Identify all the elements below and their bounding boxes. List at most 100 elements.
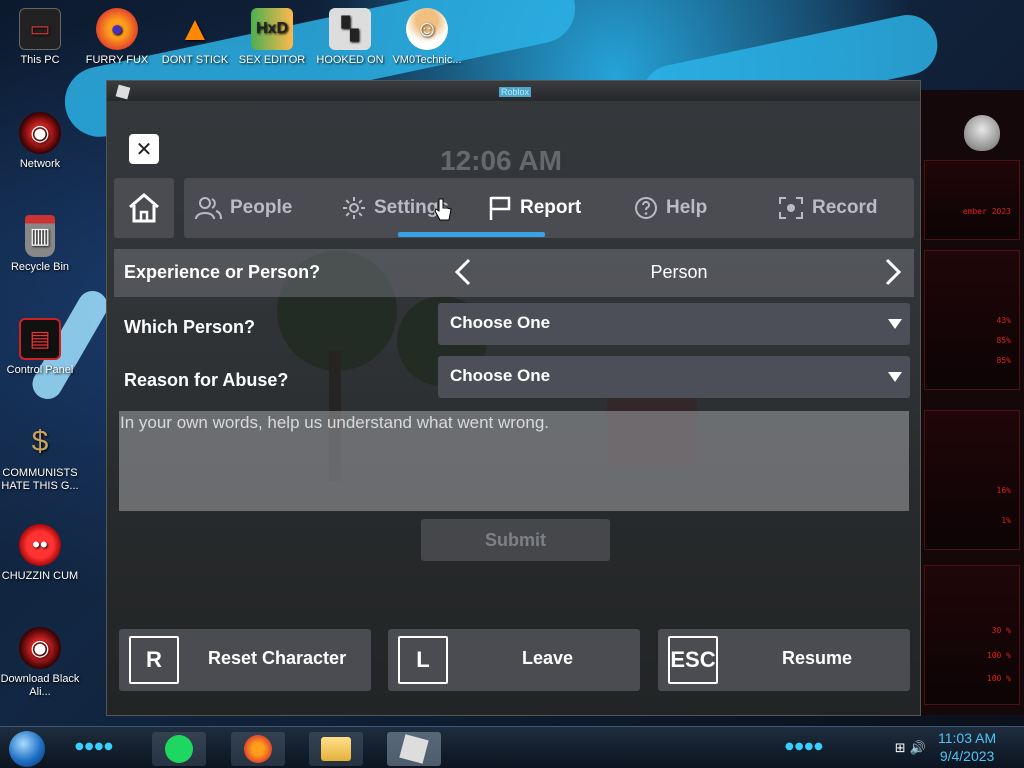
start-button[interactable] — [9, 731, 45, 767]
network-tray-icon[interactable]: ⊞ — [895, 741, 906, 756]
report-description-input[interactable] — [119, 411, 909, 511]
desktop-icon-recycle-bin[interactable]: ▥ Recycle Bin — [0, 215, 80, 274]
desktop-icon-hooked-on[interactable]: ▚ HOOKED ON PHONIX — [310, 8, 390, 66]
flag-icon — [489, 196, 511, 220]
money-bag-icon: $ — [31, 425, 49, 458]
recycle-bin-icon: ▥ — [25, 215, 55, 257]
reason-for-abuse-label: Reason for Abuse? — [124, 370, 289, 390]
keybind-badge: L — [398, 636, 448, 684]
gear-icon — [343, 197, 365, 219]
chevron-left-icon[interactable] — [449, 257, 479, 287]
experience-or-person-row: Experience or Person? Person — [114, 249, 914, 297]
widget-readout: 16% — [996, 486, 1011, 495]
window-titlebar[interactable]: Roblox — [107, 81, 920, 101]
tab-help[interactable]: Help — [634, 178, 707, 238]
calendar-widget: ember 2023 — [924, 160, 1020, 240]
desktop-icon-label: Network — [19, 158, 61, 170]
desktop-icon-network[interactable]: ◉ Network — [0, 112, 80, 171]
alienware-icon: ◉ — [19, 627, 61, 669]
desktop-icon-label: Control Panel — [6, 364, 74, 376]
keybind-badge: R — [129, 636, 179, 684]
tab-record[interactable]: Record — [778, 178, 877, 238]
help-icon — [635, 197, 657, 219]
desktop-widget-panel: ember 2023 43% 85% 85% 16% 1% 30 % 100 %… — [920, 90, 1024, 715]
desktop-icon-label: CHUZZIN CUM — [1, 570, 79, 582]
roblox-window: Roblox 12:06 AM ✕ People Settings Report… — [106, 80, 921, 716]
desktop-icon-label: HOOKED ON PHONIX — [316, 54, 384, 66]
active-tab-indicator — [398, 232, 545, 237]
game-viewport[interactable]: 12:06 AM ✕ People Settings Report Help R… — [107, 101, 920, 715]
spotify-icon — [165, 735, 193, 763]
system-tray[interactable]: ⊞ 🔊 — [895, 741, 926, 756]
taskbar-decoration: ●●●● — [75, 741, 114, 752]
caret-down-icon — [888, 372, 902, 382]
resume-button[interactable]: ESC Resume — [658, 629, 910, 691]
app-icon: ▚ — [329, 8, 371, 50]
desktop-icon-label: COMMUNISTS HATE THIS G... — [1, 467, 79, 492]
desktop-icon-label: This PC — [20, 54, 60, 66]
chevron-right-icon[interactable] — [877, 257, 907, 287]
which-person-dropdown[interactable]: Choose One — [438, 303, 910, 345]
desktop-icon-dont-stick[interactable]: ▲ DONT STICK THIS IN YO... — [155, 8, 235, 67]
taskbar-app-firefox[interactable] — [231, 732, 285, 766]
desktop-icon-label: FURRY FUX — [85, 54, 149, 66]
reason-for-abuse-dropdown[interactable]: Choose One — [438, 356, 910, 398]
people-icon — [195, 197, 222, 220]
reason-for-abuse-value: Choose One — [450, 366, 551, 385]
widget-readout: 30 % — [991, 626, 1011, 635]
firefox-icon: ● — [96, 8, 138, 50]
widget-readout: 1% — [1001, 516, 1011, 525]
desktop-icon-vm0technic[interactable]: ☺ VM0Technic... — [387, 8, 467, 67]
taskbar: ●●●● ●●●● ⊞ 🔊 11:03 AM 9/4/2023 — [0, 726, 1024, 768]
volume-icon[interactable]: 🔊 — [910, 741, 926, 756]
close-icon: ✕ — [135, 137, 153, 161]
menu-tab-bar: People Settings Report Help Record — [184, 178, 914, 238]
roblox-icon — [399, 734, 429, 764]
tab-settings[interactable]: Settings — [342, 178, 449, 238]
computer-icon: ▭ — [19, 8, 61, 50]
desktop-icon-this-pc[interactable]: ▭ This PC — [0, 8, 80, 67]
leave-label: Leave — [522, 648, 574, 668]
desktop-icon-communists[interactable]: $ COMMUNISTS HATE THIS G... — [0, 421, 80, 492]
firefox-icon — [244, 735, 272, 763]
widget-readout: 85% — [996, 336, 1011, 345]
taskbar-app-roblox[interactable] — [387, 732, 441, 766]
widget-readout: 100 % — [986, 674, 1011, 683]
submit-button[interactable]: Submit — [421, 519, 610, 561]
desktop-icon-chuzzin[interactable]: •• CHUZZIN CUM — [0, 524, 80, 583]
taskbar-time: 11:03 AM — [938, 730, 997, 746]
widget-readout: 43% — [996, 316, 1011, 325]
desktop-icon-label: Recycle Bin — [10, 261, 70, 273]
hand-cursor-icon — [434, 198, 452, 221]
network-monitor-widget: 16% 1% — [924, 410, 1020, 550]
close-menu-button[interactable]: ✕ — [129, 134, 159, 164]
experience-or-person-value: Person — [650, 262, 708, 282]
taskbar-decoration: ●●●● — [785, 741, 824, 752]
widget-readout: 100 % — [986, 651, 1011, 660]
system-monitor-widget: 43% 85% 85% — [924, 250, 1020, 390]
home-button[interactable] — [114, 178, 174, 238]
tab-label: People — [230, 197, 293, 218]
tab-people[interactable]: People — [194, 178, 292, 238]
desktop-icon-sex-editor[interactable]: HxD SEX EDITOR — [232, 8, 312, 67]
desktop-icon-label: VM0Technic... — [392, 54, 462, 66]
caret-down-icon — [888, 319, 902, 329]
alienware-logo-icon — [964, 115, 1000, 151]
tab-report[interactable]: Report — [488, 178, 581, 238]
taskbar-app-spotify[interactable] — [152, 732, 206, 766]
leave-button[interactable]: L Leave — [388, 629, 640, 691]
file-explorer-icon — [321, 737, 351, 761]
resume-label: Resume — [782, 648, 853, 668]
keybind-badge: ESC — [668, 636, 718, 684]
chuzzle-icon: •• — [19, 524, 61, 566]
vlc-icon: ▲ — [178, 9, 212, 48]
desktop-icon-furry-fux[interactable]: ● FURRY FUX — [77, 8, 157, 67]
hxd-icon: HxD — [251, 8, 293, 50]
taskbar-app-file-explorer[interactable] — [309, 732, 363, 766]
reset-character-button[interactable]: R Reset Character — [119, 629, 371, 691]
taskbar-clock[interactable]: 11:03 AM 9/4/2023 — [938, 729, 996, 765]
desktop-icon-control-panel[interactable]: ▤ Control Panel — [0, 318, 80, 377]
which-person-label: Which Person? — [124, 317, 256, 337]
desktop-icon-label: DONT STICK THIS IN YO... — [161, 54, 229, 66]
desktop-icon-download-black-ali[interactable]: ◉ Download Black Ali... — [0, 627, 80, 698]
